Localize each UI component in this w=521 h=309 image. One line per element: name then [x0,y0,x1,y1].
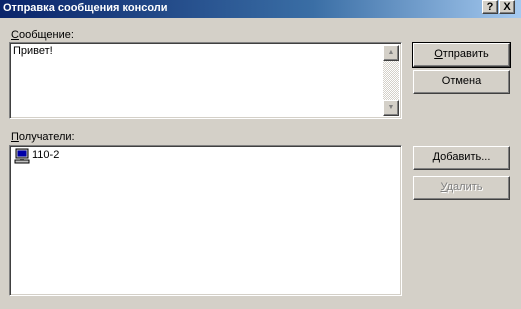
close-button[interactable]: X [499,0,515,14]
remove-button[interactable]: Удалить [413,176,510,200]
cancel-button[interactable]: Отмена [413,70,510,94]
recipients-label: Получатели: [11,131,75,143]
send-button[interactable]: Отправить [412,42,511,68]
message-field[interactable]: Привет! ▲ ▼ [9,42,402,119]
scroll-up-button[interactable]: ▲ [383,45,399,61]
title-bar: Отправка сообщения консоли ? X [0,0,521,18]
add-button[interactable]: Добавить... [413,146,510,170]
message-label: Сообщение: [11,29,74,41]
message-text[interactable]: Привет! [13,45,53,57]
recipient-name: 110-2 [32,149,60,161]
message-scrollbar[interactable]: ▲ ▼ [383,45,399,116]
scroll-down-button[interactable]: ▼ [383,100,399,116]
window-title: Отправка сообщения консоли [3,2,168,14]
help-button[interactable]: ? [482,0,498,14]
recipients-list[interactable]: 110-2 [9,145,402,296]
computer-icon [14,148,30,164]
